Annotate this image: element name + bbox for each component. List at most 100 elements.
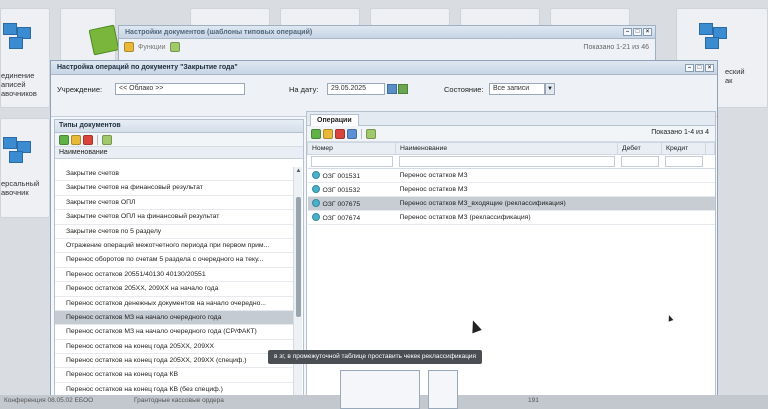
scroll-up-icon[interactable]: ▲	[294, 167, 303, 175]
desktop-tile[interactable]	[460, 8, 540, 26]
operation-name: Перенос остатков МЗ_входящие (реклассифи…	[395, 196, 618, 211]
column-header-credit[interactable]: Кредит	[661, 142, 706, 155]
column-header-empty	[705, 142, 715, 155]
institution-label: Учреждение:	[57, 85, 103, 94]
operations-tabstrip: Операции	[307, 112, 715, 126]
document-type-row[interactable]: Закрытие счетов по 5 разделу	[55, 225, 293, 239]
operation-name-text: Перенос остатков МЗ (реклассификация)	[399, 214, 531, 221]
column-header-name[interactable]: Наименование	[395, 142, 618, 155]
desktop-tile[interactable]: ерсальный авочник	[0, 118, 50, 218]
operation-debit	[617, 196, 662, 211]
operation-number-text: ОЗГ 001531	[322, 173, 361, 180]
calendar-icon[interactable]	[387, 84, 397, 94]
number-filter-input[interactable]	[310, 156, 393, 167]
desktop-tile[interactable]	[190, 8, 270, 26]
main-window-titlebar[interactable]: Настройка операций по документу "Закрыти…	[51, 61, 717, 75]
document-type-row[interactable]: Перенос остатков МЗ на начало очередного…	[55, 310, 293, 326]
edit-icon[interactable]	[124, 42, 134, 52]
operation-row[interactable]: ОЗГ 001531 Перенос остатков МЗ	[307, 168, 715, 183]
back-window-titlebar[interactable]: Настройки документов (шаблоны типовых оп…	[119, 26, 655, 39]
minimize-button[interactable]: –	[685, 63, 694, 72]
scrollbar-thumb[interactable]	[296, 197, 301, 317]
operation-name-text: Перенос остатков МЗ	[399, 172, 468, 179]
window-thumbnail[interactable]	[428, 370, 458, 409]
column-header-number[interactable]: Номер	[307, 142, 396, 155]
add-icon[interactable]	[311, 128, 321, 139]
operation-icon	[311, 213, 320, 221]
debit-filter-input[interactable]	[620, 156, 659, 167]
operation-row[interactable]: ОЗГ 007675 Перенос остатков МЗ_входящие (…	[307, 196, 715, 211]
credit-filter-input[interactable]	[664, 156, 703, 167]
main-window-title: Настройка операций по документу "Закрыти…	[57, 64, 238, 71]
refresh-icon[interactable]	[102, 134, 112, 145]
operation-credit	[661, 168, 706, 183]
document-type-row[interactable]: Закрытие счетов ОПЛ	[55, 196, 293, 211]
document-type-row[interactable]: Закрытие счетов	[55, 167, 293, 182]
desktop-tile[interactable]	[280, 8, 360, 26]
operation-debit	[617, 168, 662, 183]
filter-row	[307, 154, 715, 169]
operation-name: Перенос остатков МЗ (реклассификация)	[395, 210, 618, 225]
database-icon	[3, 23, 37, 53]
desktop-tile[interactable]	[370, 8, 450, 26]
tile-caption: еский ак	[725, 67, 745, 85]
operation-row[interactable]: ОЗГ 001532 Перенос остатков МЗ	[307, 182, 715, 197]
minimize-button[interactable]: –	[623, 28, 632, 36]
operation-debit	[617, 182, 662, 197]
document-type-row[interactable]: Перенос остатков денежных документов на …	[55, 297, 293, 311]
document-type-row[interactable]: Перенос оборотов по счетам 5 раздела с о…	[55, 253, 293, 268]
database-icon	[699, 23, 733, 53]
operation-number-text: ОЗГ 007674	[322, 215, 361, 222]
operation-icon	[311, 199, 320, 207]
back-window-toolbar: Функции Показано 1-21 из 46	[119, 39, 655, 55]
document-type-row[interactable]: Перенос остатков на конец года КВ	[55, 368, 293, 383]
document-type-row[interactable]: Перенос остатков на конец года 205XX, 20…	[55, 354, 293, 369]
operation-credit	[661, 182, 706, 197]
operation-name-text: Перенос остатков МЗ_входящие (реклассифи…	[399, 200, 566, 207]
maximize-button[interactable]: □	[633, 28, 642, 36]
institution-field[interactable]: << Облако >>	[115, 83, 245, 95]
name-column-header[interactable]: Наименование	[55, 147, 303, 159]
refresh-icon[interactable]	[169, 42, 180, 52]
back-window-shown-count: Показано 1-21 из 46	[583, 43, 649, 51]
tab-operations[interactable]: Операции	[310, 114, 359, 126]
desktop-tile[interactable]	[550, 8, 630, 26]
column-header-debit[interactable]: Дебет	[617, 142, 662, 155]
copy-icon[interactable]	[347, 128, 357, 139]
document-type-row[interactable]: Закрытие счетов ОПЛ на финансовый резуль…	[55, 210, 293, 225]
maximize-button[interactable]: □	[695, 63, 704, 72]
delete-icon[interactable]	[83, 134, 93, 145]
window-thumbnails	[340, 370, 460, 409]
tooltip: в зг, в промежуточной таблице проставить…	[268, 350, 483, 364]
document-type-row[interactable]: Закрытие счетов на финансовый результат	[55, 181, 293, 196]
refresh-date-icon[interactable]	[398, 84, 408, 94]
edit-icon[interactable]	[323, 128, 333, 139]
document-type-row[interactable]: Перенос остатков на конец года 205XX, 20…	[55, 340, 293, 355]
document-type-row[interactable]: Перенос остатков 205XX, 209XX на начало …	[55, 282, 293, 297]
close-button[interactable]: ×	[643, 28, 652, 36]
add-icon[interactable]	[59, 134, 69, 145]
desktop-tile[interactable]: единение аписей авочников	[0, 8, 50, 108]
document-type-row[interactable]: Перенос остатков 20551/40130 40130/20551	[55, 268, 293, 283]
back-window-title: Настройки документов (шаблоны типовых оп…	[125, 28, 313, 36]
delete-icon[interactable]	[335, 128, 345, 139]
back-window[interactable]: Настройки документов (шаблоны типовых оп…	[118, 25, 656, 63]
edit-icon[interactable]	[71, 134, 81, 145]
name-filter-input[interactable]	[398, 156, 615, 167]
functions-menu[interactable]: Функции	[138, 44, 166, 51]
operations-shown-count: Показано 1-4 из 4	[651, 129, 709, 136]
operation-number: ОЗГ 001532	[307, 182, 396, 197]
operations-settings-window[interactable]: Настройка операций по документу "Закрыти…	[50, 60, 718, 400]
chevron-down-icon[interactable]: ▼	[545, 83, 555, 95]
tile-caption: единение аписей авочников	[1, 71, 37, 98]
refresh-icon[interactable]	[366, 128, 376, 139]
close-button[interactable]: ×	[705, 63, 714, 72]
operation-empty-cell	[705, 196, 715, 211]
document-type-row[interactable]: Отражение операций межотчетного периода …	[55, 239, 293, 254]
document-type-row[interactable]: Перенос остатков МЗ на начало очередного…	[55, 325, 293, 340]
operation-row[interactable]: ОЗГ 007674 Перенос остатков МЗ (реклассиф…	[307, 210, 715, 225]
document-types-toolbar	[55, 133, 303, 147]
window-thumbnail[interactable]	[340, 370, 420, 409]
state-select[interactable]: Все записи	[489, 83, 545, 95]
date-field[interactable]: 29.05.2025	[327, 83, 385, 95]
